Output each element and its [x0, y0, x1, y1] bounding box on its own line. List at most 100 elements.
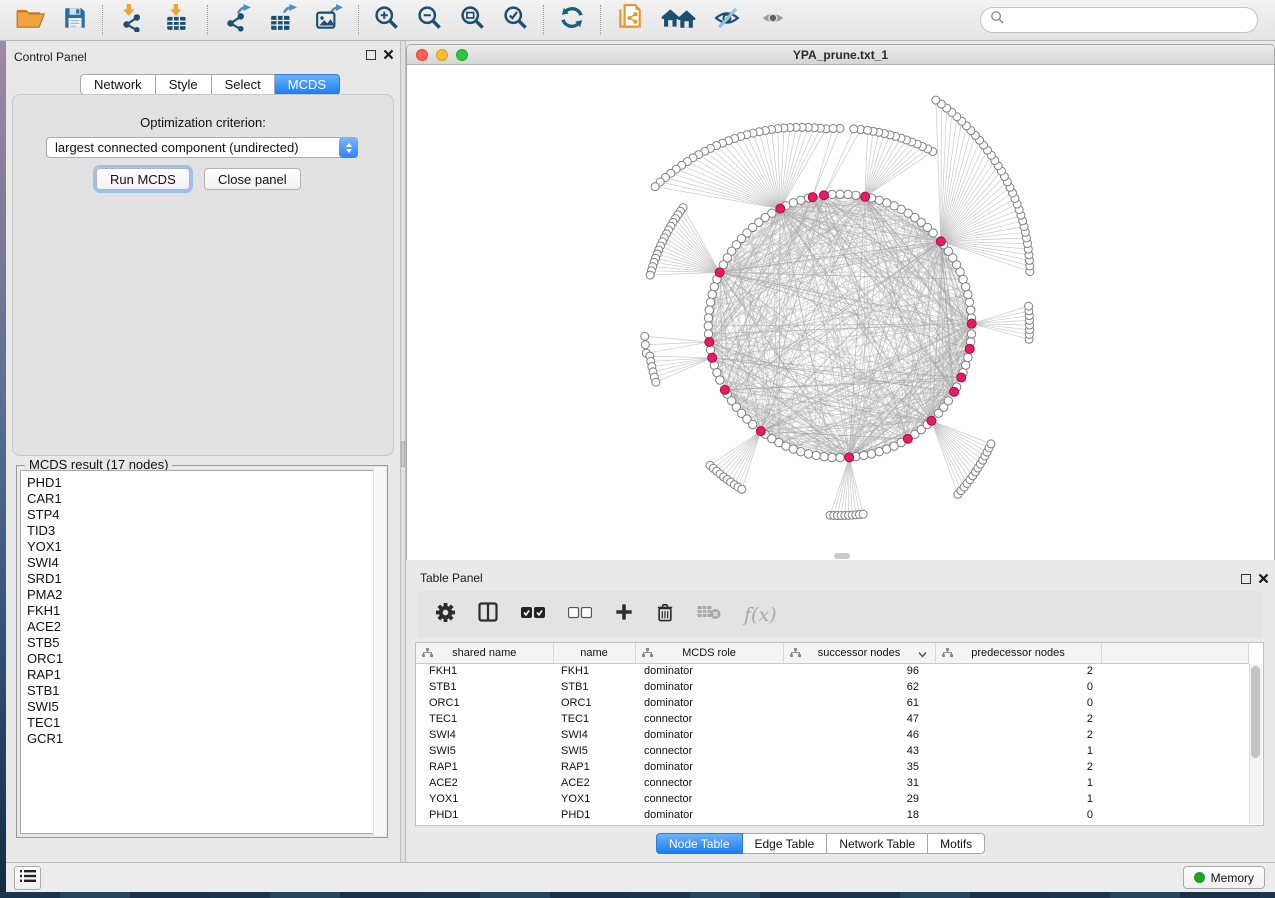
zoom-selected-button[interactable]: [494, 3, 537, 37]
tab-mcds[interactable]: MCDS: [275, 74, 340, 95]
mcds-hub-node[interactable]: [720, 385, 729, 394]
tab-edge-table[interactable]: Edge Table: [743, 833, 828, 854]
import-table-button[interactable]: [155, 3, 201, 37]
mcds-hub-node[interactable]: [845, 453, 854, 462]
network-node[interactable]: [708, 290, 716, 298]
network-node[interactable]: [704, 322, 712, 330]
column-header-mcds-role[interactable]: MCDS role: [635, 643, 783, 663]
network-leaf-node[interactable]: [829, 125, 837, 133]
network-node[interactable]: [964, 290, 972, 298]
settings-gear-icon[interactable]: [436, 603, 455, 627]
network-node[interactable]: [705, 306, 713, 314]
mcds-result-item[interactable]: CAR1: [27, 491, 383, 507]
mcds-hub-node[interactable]: [756, 427, 765, 436]
search-field[interactable]: [980, 7, 1258, 33]
network-graph[interactable]: [407, 65, 1274, 560]
network-node[interactable]: [844, 190, 852, 198]
network-leaf-node[interactable]: [850, 125, 858, 133]
table-row[interactable]: TEC1TEC1connector472: [416, 711, 1248, 727]
mcds-hub-node[interactable]: [708, 353, 717, 362]
save-session-button[interactable]: [54, 3, 96, 37]
zoom-in-button[interactable]: [365, 3, 408, 37]
tab-motifs[interactable]: Motifs: [928, 833, 985, 854]
import-network-button[interactable]: [109, 3, 155, 37]
network-node[interactable]: [828, 190, 836, 198]
network-node[interactable]: [704, 314, 712, 322]
network-leaf-node[interactable]: [1025, 302, 1033, 310]
mcds-hub-node[interactable]: [936, 237, 945, 246]
layout-home-button[interactable]: [653, 3, 705, 37]
export-image-button[interactable]: [306, 3, 352, 37]
mcds-result-item[interactable]: RAP1: [27, 667, 383, 683]
network-leaf-node[interactable]: [641, 332, 649, 340]
mcds-hub-node[interactable]: [776, 204, 785, 213]
column-header-shared-name[interactable]: shared name: [416, 643, 553, 663]
mcds-hub-node[interactable]: [861, 192, 870, 201]
network-leaf-node[interactable]: [932, 96, 940, 104]
network-node[interactable]: [749, 420, 757, 428]
mcds-result-item[interactable]: FKH1: [27, 603, 383, 619]
refresh-button[interactable]: [550, 3, 594, 37]
column-header-name[interactable]: name: [553, 643, 635, 663]
clone-network-button[interactable]: [607, 3, 653, 37]
network-leaf-node[interactable]: [651, 183, 659, 191]
memory-button[interactable]: Memory: [1183, 866, 1265, 889]
select-all-checks-icon[interactable]: [521, 606, 545, 624]
add-column-icon[interactable]: [615, 603, 633, 626]
table-row[interactable]: SWI5SWI5connector431: [416, 743, 1248, 759]
network-node[interactable]: [944, 397, 952, 405]
mcds-result-item[interactable]: GCR1: [27, 731, 383, 747]
network-node[interactable]: [804, 450, 812, 458]
network-leaf-node[interactable]: [641, 341, 649, 349]
network-node[interactable]: [852, 191, 860, 199]
mcds-result-item[interactable]: TEC1: [27, 715, 383, 731]
network-node[interactable]: [860, 451, 868, 459]
mcds-hub-node[interactable]: [715, 268, 724, 277]
table-row[interactable]: STB1STB1dominator620: [416, 679, 1248, 695]
mcds-result-item[interactable]: SWI5: [27, 699, 383, 715]
float-panel-icon[interactable]: [1241, 574, 1251, 584]
splitter-handle-icon[interactable]: [401, 441, 405, 467]
table-row[interactable]: SWI4SWI4dominator462: [416, 727, 1248, 743]
search-input[interactable]: [1011, 13, 1257, 28]
mcds-hub-node[interactable]: [957, 373, 966, 382]
close-panel-icon[interactable]: [383, 49, 394, 60]
network-node[interactable]: [967, 306, 975, 314]
network-leaf-node[interactable]: [864, 126, 872, 134]
mcds-hub-node[interactable]: [903, 434, 912, 443]
network-leaf-node[interactable]: [987, 440, 995, 448]
run-mcds-button[interactable]: Run MCDS: [96, 168, 190, 190]
network-node[interactable]: [820, 452, 828, 460]
tab-node-table[interactable]: Node Table: [656, 833, 743, 854]
column-layout-icon[interactable]: [478, 602, 498, 627]
network-node[interactable]: [710, 283, 718, 291]
sort-descending-icon[interactable]: [918, 649, 927, 661]
mcds-result-item[interactable]: ACE2: [27, 619, 383, 635]
table-row[interactable]: ACE2ACE2connector311: [416, 775, 1248, 791]
zoom-fit-button[interactable]: [451, 3, 494, 37]
network-canvas[interactable]: [407, 65, 1274, 560]
close-panel-button[interactable]: Close panel: [204, 168, 301, 190]
table-scrollbar[interactable]: [1249, 664, 1262, 824]
mcds-result-item[interactable]: PHD1: [27, 475, 383, 491]
export-network-button[interactable]: [214, 3, 260, 37]
table-row[interactable]: RAP1RAP1dominator352: [416, 759, 1248, 775]
column-header-predecessor-nodes[interactable]: predecessor nodes: [935, 643, 1101, 663]
delete-column-icon[interactable]: [656, 602, 674, 628]
hide-elements-button[interactable]: [705, 3, 751, 37]
tab-select[interactable]: Select: [212, 74, 275, 95]
mcds-result-item[interactable]: ORC1: [27, 651, 383, 667]
mcds-hub-node[interactable]: [965, 344, 974, 353]
network-node[interactable]: [704, 330, 712, 338]
mcds-hub-node[interactable]: [927, 416, 936, 425]
tab-network-table[interactable]: Network Table: [827, 833, 928, 854]
table-row[interactable]: PHD1PHD1dominator180: [416, 807, 1248, 823]
network-node[interactable]: [962, 361, 970, 369]
deselect-all-checks-icon[interactable]: [568, 606, 592, 624]
table-row[interactable]: FKH1FKH1dominator962: [416, 663, 1248, 679]
network-node[interactable]: [836, 453, 844, 461]
network-node[interactable]: [967, 330, 975, 338]
network-node[interactable]: [867, 450, 875, 458]
network-leaf-node[interactable]: [859, 510, 867, 518]
network-node[interactable]: [828, 453, 836, 461]
